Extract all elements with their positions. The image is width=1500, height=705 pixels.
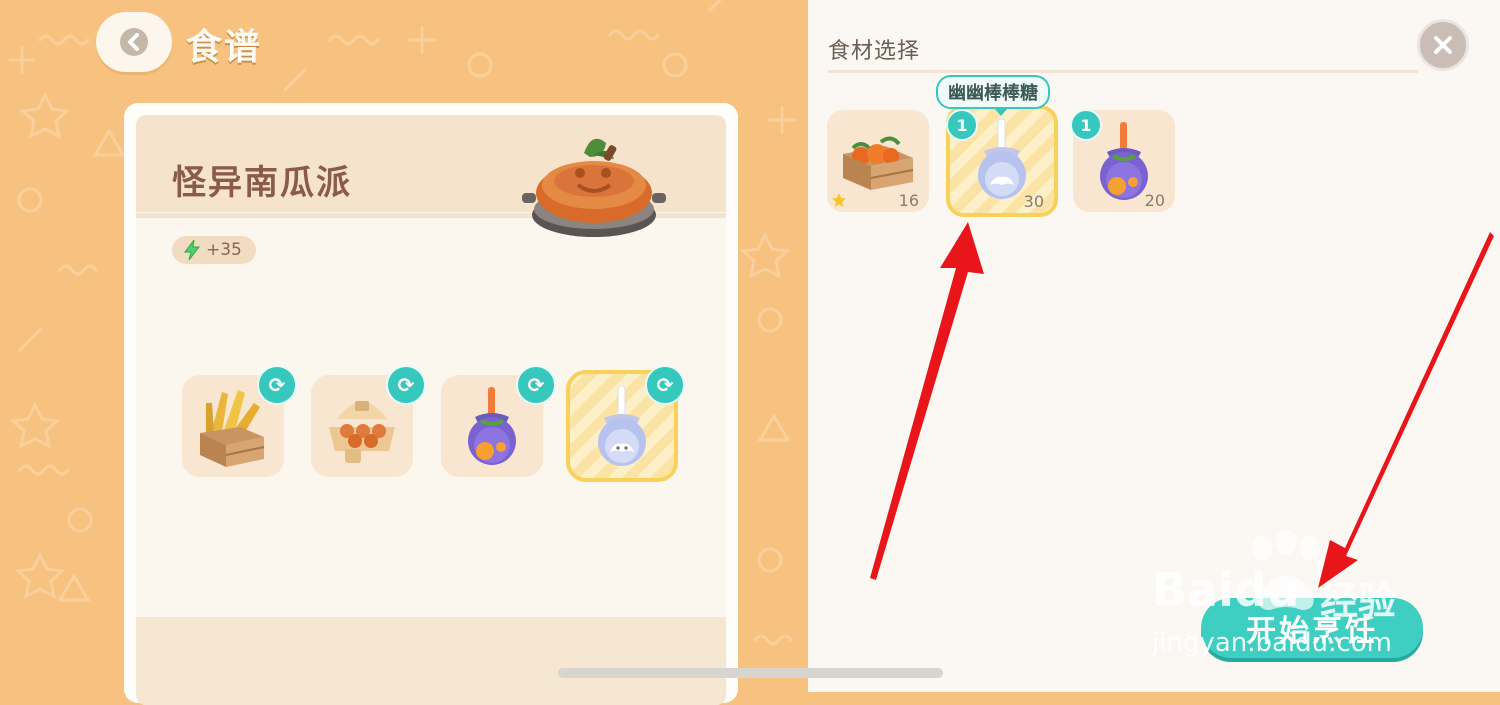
watermark-url: jingyan.baidu.com: [1152, 628, 1392, 658]
watermark-brand-cn: 经验: [1320, 579, 1397, 623]
swap-icon[interactable]: ⟳: [386, 365, 426, 405]
swap-icon[interactable]: ⟳: [645, 365, 685, 405]
divider: [828, 70, 1418, 73]
page-title: 食谱: [186, 27, 263, 68]
ingredient-tooltip: 幽幽棒棒糖: [936, 75, 1050, 116]
ingredient-quantity: 20: [1144, 191, 1165, 210]
watermark-brand: Baidu: [1152, 563, 1300, 617]
energy-badge: +35: [172, 236, 256, 264]
selected-count-badge: 1: [946, 109, 978, 141]
lightning-icon: [184, 239, 201, 261]
swap-icon[interactable]: ⟳: [257, 365, 297, 405]
close-button[interactable]: [1417, 19, 1469, 71]
panel-title: 食材选择: [828, 39, 921, 64]
close-icon: [1434, 36, 1452, 54]
chevron-left-icon: [120, 28, 148, 56]
ingredient-quantity: 30: [1023, 192, 1044, 211]
back-button[interactable]: [96, 12, 172, 72]
home-indicator[interactable]: [558, 668, 943, 678]
selected-count-badge: 1: [1070, 109, 1102, 141]
swap-icon[interactable]: ⟳: [516, 365, 556, 405]
pumpkin-pie-dish-icon: [522, 138, 666, 237]
ingredient-option-1[interactable]: 16: [827, 110, 929, 212]
ingredient-quantity: 16: [898, 191, 919, 210]
recipe-name: 怪异南瓜派: [172, 163, 352, 203]
star-icon: [832, 193, 846, 207]
energy-value: +35: [206, 240, 242, 260]
